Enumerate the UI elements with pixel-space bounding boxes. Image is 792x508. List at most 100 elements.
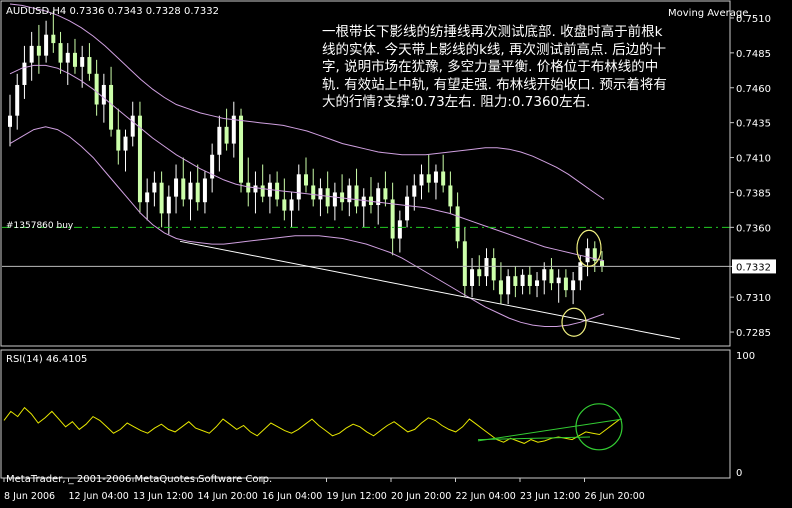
candle-bear	[426, 174, 431, 183]
candle-bull	[433, 171, 438, 183]
candle-bull	[101, 84, 106, 105]
candle-bull	[506, 276, 511, 295]
candle-bear	[260, 185, 265, 197]
candle-bull	[44, 34, 49, 56]
candle-bear	[325, 188, 330, 207]
candle-bear	[563, 277, 568, 291]
candle-bull	[8, 115, 12, 127]
candle-bull	[361, 196, 366, 207]
candle-bear	[491, 258, 496, 281]
candle-bull	[188, 182, 193, 200]
candle-bear	[239, 115, 244, 183]
candle-bear	[224, 126, 229, 144]
candle-bear	[36, 45, 41, 56]
candle-bear	[600, 260, 604, 267]
candle-bull	[556, 277, 561, 284]
candle-bull	[22, 62, 27, 85]
chart-window[interactable]: 0.7510 0.7485 0.7460 0.7435 0.7410 0.7385 0.73…	[0, 0, 792, 504]
y-tick-label: 0.7385	[736, 188, 771, 199]
candle-bear	[159, 182, 164, 214]
rsi-highlight-circle	[575, 403, 623, 451]
candle-bear	[549, 269, 554, 284]
candle-bull	[332, 192, 337, 207]
candle-bear	[304, 174, 308, 186]
candle-bull	[318, 188, 323, 200]
y-tick-label: 0.7460	[736, 84, 771, 95]
candle-bull	[296, 174, 301, 200]
candle-bear	[109, 84, 114, 130]
rsi-scale-bottom: 0	[736, 468, 742, 479]
x-tick-label: 13 Jun 12:00	[133, 491, 193, 502]
candle-bull	[470, 269, 475, 286]
candle-bull	[578, 262, 583, 281]
candle-bear	[87, 57, 92, 74]
y-tick-label: 0.7360	[736, 223, 771, 234]
x-tick-label: 26 Jun 20:00	[585, 491, 645, 502]
candle-bear	[181, 178, 186, 200]
candle-bull	[535, 280, 540, 286]
x-tick-label: 16 Jun 04:00	[262, 491, 322, 502]
candle-bull	[397, 220, 402, 239]
x-tick-label: 23 Jun 12:00	[520, 491, 580, 502]
y-tick-label: 0.7285	[736, 328, 771, 339]
candle-bull	[202, 178, 207, 203]
candle-bull	[80, 57, 85, 67]
x-tick-label: 22 Jun 04:00	[456, 491, 516, 502]
support-trendline	[179, 240, 681, 340]
candle-bull	[65, 52, 70, 63]
candle-bull	[29, 45, 34, 63]
candle-bear	[527, 274, 532, 286]
y-tick-label: 0.7410	[736, 154, 771, 165]
candle-bull	[130, 115, 135, 137]
candle-bear	[116, 129, 121, 151]
candle-bear	[275, 182, 280, 200]
order-label: #1357860 buy	[6, 221, 74, 231]
candle-bear	[455, 206, 460, 242]
y-tick-label: 0.7485	[736, 49, 771, 60]
candle-bull	[152, 182, 157, 193]
x-tick-label: 14 Jun 20:00	[198, 491, 258, 502]
x-tick-label: 20 Jun 20:00	[391, 491, 451, 502]
candle-bull	[571, 280, 576, 291]
candle-bear	[462, 241, 467, 286]
candle-bull	[419, 174, 424, 186]
candle-bear	[513, 276, 518, 286]
candle-bear	[441, 171, 446, 186]
copyright-label: MetaTrader, _ 2001-2006 MetaQuotes Softw…	[6, 474, 272, 485]
candle-bull	[289, 199, 294, 211]
candle-bull	[123, 136, 128, 151]
candle-bear	[354, 185, 359, 207]
rsi-panel-frame	[0, 349, 731, 479]
rsi-scale-top: 100	[736, 351, 755, 362]
highlight-circle-bottom	[561, 307, 587, 337]
candle-bear	[390, 199, 395, 239]
candle-bear	[195, 182, 200, 203]
x-tick-label: 12 Jun 04:00	[69, 491, 129, 502]
candle-bear	[94, 73, 99, 105]
candle-bull	[542, 269, 547, 281]
candle-bull	[412, 185, 417, 197]
y-tick-label: 0.7332	[736, 262, 771, 273]
candle-bull	[166, 196, 171, 214]
candle-bull	[520, 274, 525, 286]
candle-bull	[174, 178, 179, 197]
candle-bull	[405, 196, 410, 221]
y-tick-label: 0.7310	[736, 293, 771, 304]
candle-bull	[585, 248, 590, 263]
symbol-header: AUDUSD,H4 0.7336 0.7343 0.7328 0.7332	[6, 6, 219, 17]
x-tick-label: 19 Jun 12:00	[327, 491, 387, 502]
candle-bear	[282, 199, 287, 211]
candle-bull	[145, 192, 150, 203]
candle-bear	[383, 188, 388, 200]
rsi-label: RSI(14) 46.4105	[6, 354, 87, 365]
candle-bear	[58, 43, 63, 63]
rsi-panel[interactable]	[3, 403, 623, 451]
candle-bull	[253, 185, 258, 193]
candle-bear	[51, 34, 56, 44]
candle-bear	[477, 269, 482, 277]
candle-bear	[498, 280, 503, 295]
candle-bull	[15, 84, 20, 116]
y-tick-label: 0.7435	[736, 119, 771, 130]
candle-bull	[217, 126, 222, 155]
candle-bull	[347, 185, 352, 203]
